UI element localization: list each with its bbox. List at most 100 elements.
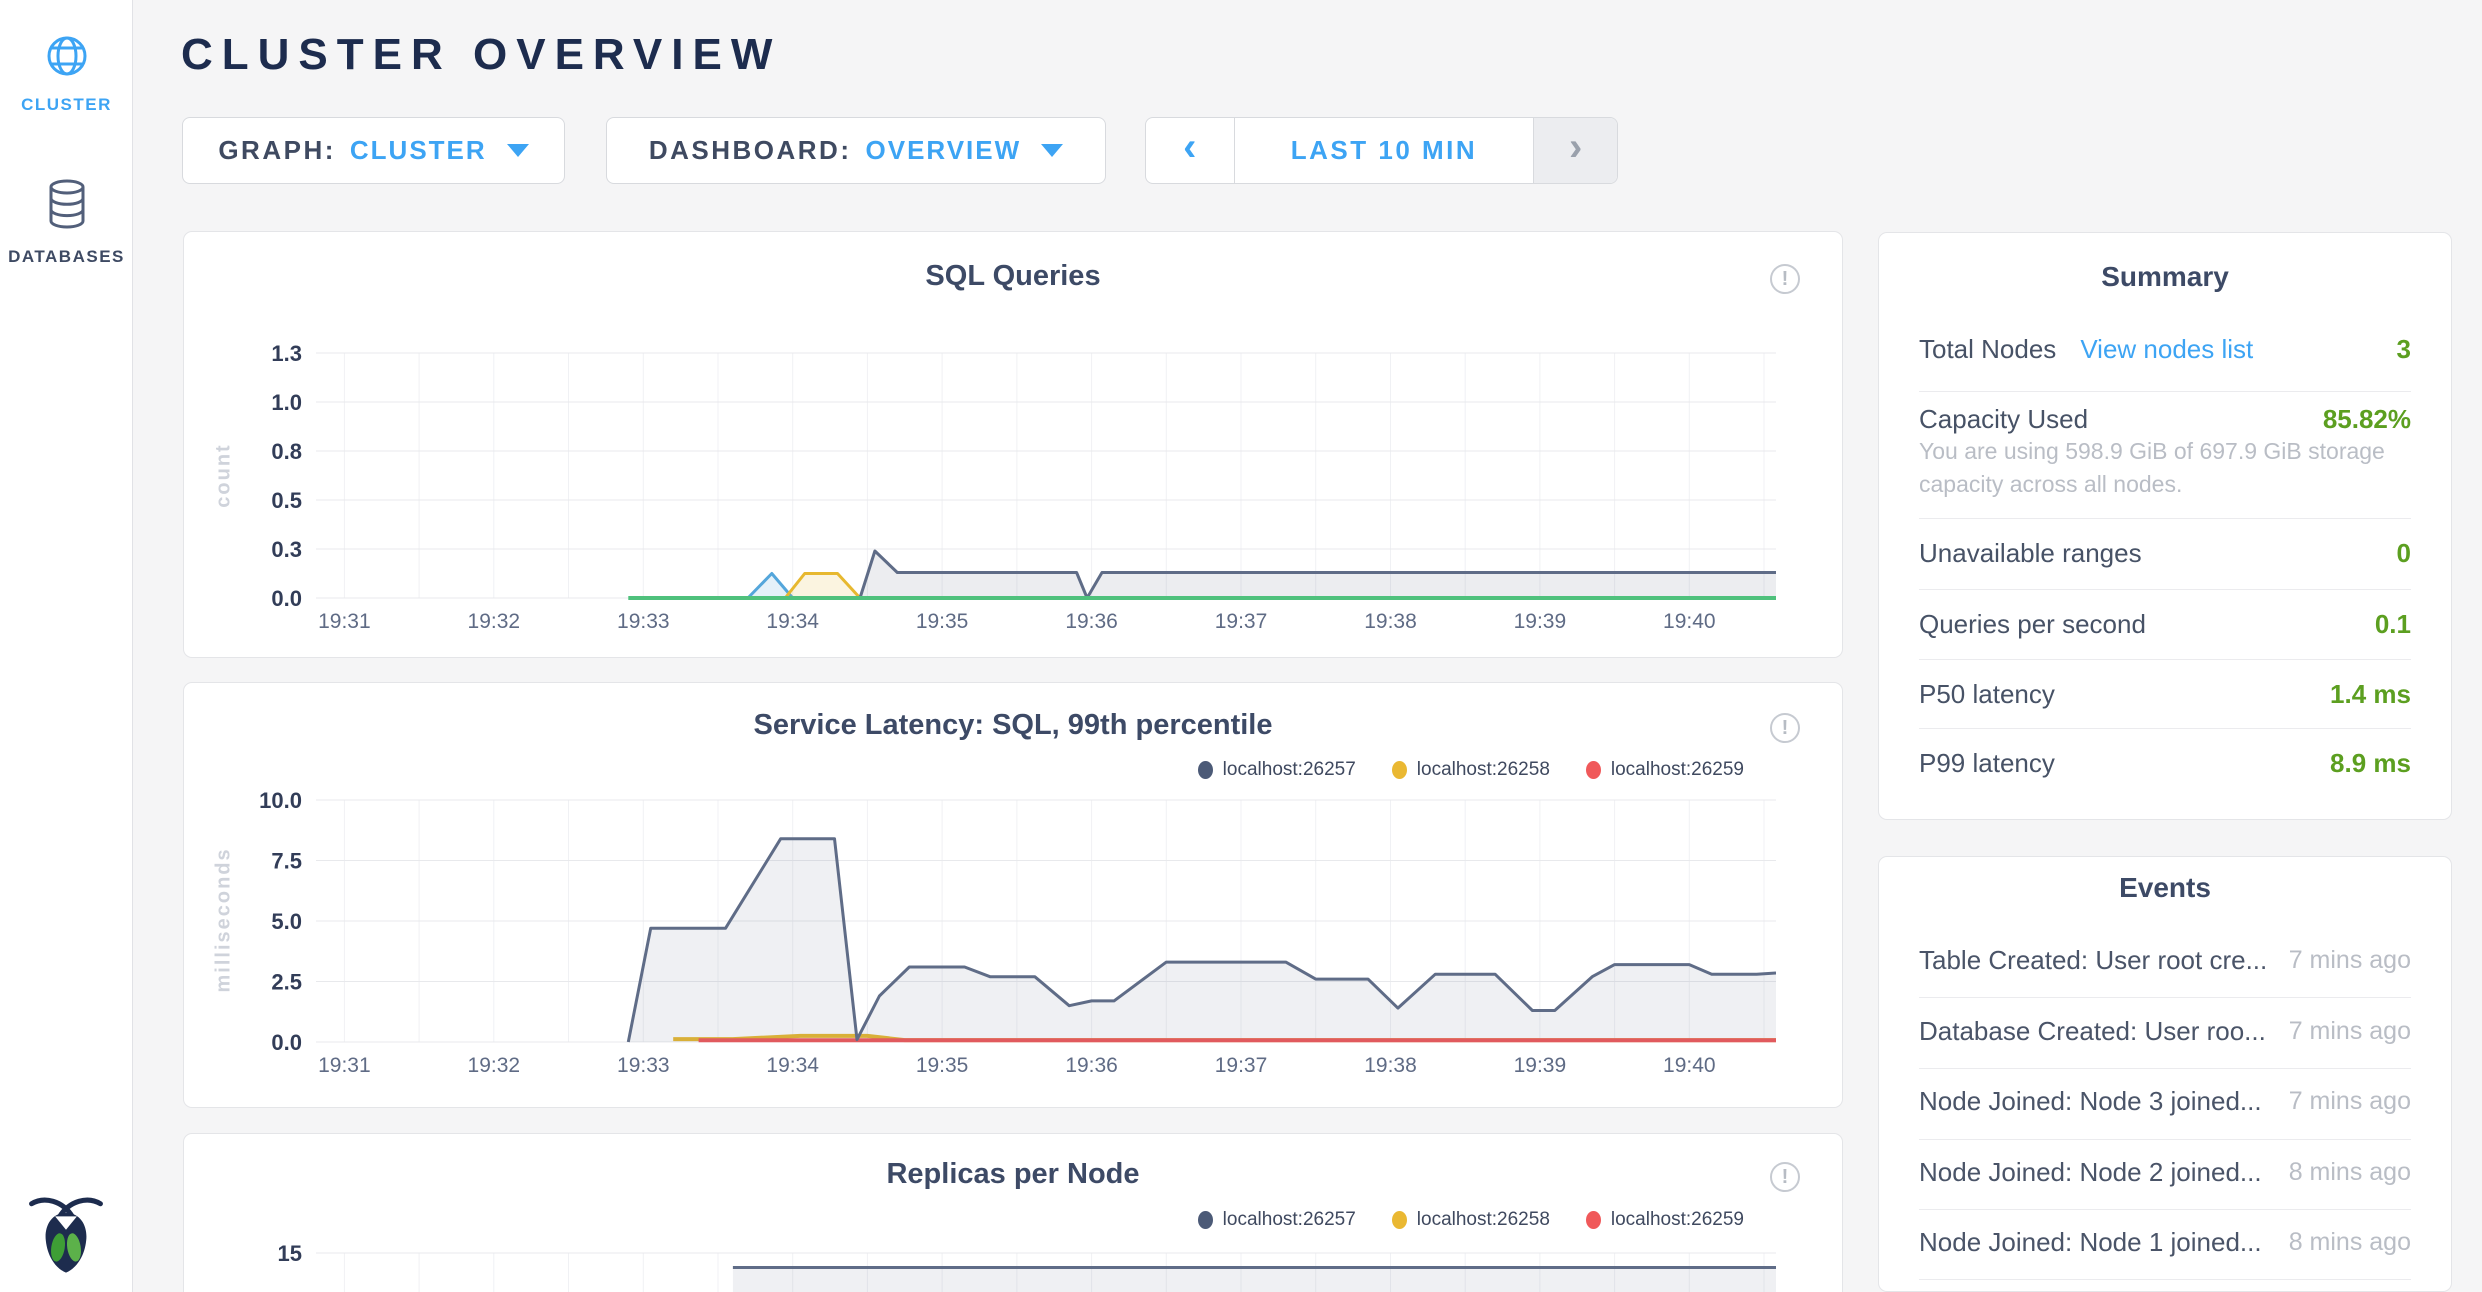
- event-label: Node Joined: Node 2 joined...: [1919, 1157, 2262, 1187]
- summary-row-value: 8.9 ms: [2330, 743, 2411, 783]
- graph-dropdown-value: CLUSTER: [350, 135, 487, 166]
- panel-title: Events: [1879, 872, 2451, 904]
- legend-item: localhost:26257: [1198, 759, 1356, 781]
- chart-svg: 0.02.55.07.510.019:3119:3219:3319:3419:3…: [246, 788, 1776, 1080]
- event-label: Node Joined: Node 1 joined...: [1919, 1227, 2262, 1257]
- svg-text:19:31: 19:31: [318, 610, 371, 633]
- summary-row-label: Capacity Used: [1919, 404, 2088, 434]
- svg-text:0.3: 0.3: [271, 537, 302, 562]
- event-label: Database Created: User roo...: [1919, 1016, 2266, 1046]
- legend-item: localhost:26259: [1586, 759, 1744, 781]
- svg-text:19:32: 19:32: [468, 1054, 521, 1077]
- chart-title: Service Latency: SQL, 99th percentile: [184, 709, 1842, 742]
- svg-text:10.0: 10.0: [259, 788, 302, 813]
- summary-row-value: 85.82%: [2323, 399, 2411, 439]
- sql-queries-chart: 0.00.30.50.81.01.319:3119:3219:3319:3419…: [246, 341, 1776, 641]
- sidebar: CLUSTER DATABASES: [0, 0, 133, 1292]
- summary-row-total-nodes: Total NodesView nodes list 3: [1919, 329, 2411, 369]
- summary-row-value: 1.4 ms: [2330, 674, 2411, 714]
- dashboard-dropdown[interactable]: DASHBOARD: OVERVIEW: [606, 117, 1106, 184]
- divider: [1919, 518, 2411, 519]
- events-panel: Events Table Created: User root cre... 7…: [1878, 856, 2452, 1292]
- summary-row-capacity: Capacity Used 85.82%: [1919, 399, 2411, 439]
- legend-label: localhost:26259: [1611, 1209, 1744, 1231]
- dashboard-dropdown-value: OVERVIEW: [866, 135, 1022, 166]
- svg-text:19:40: 19:40: [1663, 610, 1716, 633]
- legend-label: localhost:26259: [1611, 759, 1744, 781]
- time-range-next-button[interactable]: ›: [1533, 118, 1617, 183]
- divider: [1919, 1068, 2411, 1069]
- replicas-per-node-chart: 15: [246, 1241, 1776, 1292]
- summary-row-label: Unavailable ranges: [1919, 538, 2142, 568]
- legend-dot: [1586, 761, 1601, 779]
- time-range-label: LAST 10 MIN: [1291, 135, 1477, 166]
- info-icon[interactable]: !: [1770, 264, 1800, 294]
- legend-item: localhost:26258: [1392, 1209, 1550, 1231]
- page-title: CLUSTER OVERVIEW: [181, 30, 781, 80]
- time-range-current-button[interactable]: LAST 10 MIN: [1234, 118, 1534, 183]
- sidebar-item-cluster[interactable]: CLUSTER: [0, 34, 133, 115]
- event-row: Table Created: User root cre... 7 mins a…: [1919, 940, 2411, 980]
- summary-row-label: Queries per second: [1919, 609, 2146, 639]
- svg-text:19:33: 19:33: [617, 1054, 670, 1077]
- event-label: Node Joined: Node 3 joined...: [1919, 1086, 2262, 1116]
- svg-text:19:38: 19:38: [1364, 1054, 1417, 1077]
- sql-queries-card: SQL Queries ! count 0.00.30.50.81.01.319…: [183, 231, 1843, 658]
- cockroachdb-logo[interactable]: [24, 1192, 108, 1276]
- chart-title: SQL Queries: [184, 260, 1842, 293]
- chevron-left-icon: ‹: [1183, 125, 1196, 170]
- legend-item: localhost:26259: [1586, 1209, 1744, 1231]
- info-icon[interactable]: !: [1770, 1162, 1800, 1192]
- database-icon: [44, 217, 90, 234]
- event-time: 7 mins ago: [2289, 1011, 2411, 1051]
- svg-text:19:37: 19:37: [1215, 1054, 1268, 1077]
- chart-legend: localhost:26257 localhost:26258 localhos…: [1198, 759, 1744, 781]
- legend-item: localhost:26258: [1392, 759, 1550, 781]
- chevron-down-icon: [507, 144, 529, 157]
- chevron-down-icon: [1041, 144, 1063, 157]
- view-nodes-list-link[interactable]: View nodes list: [2080, 334, 2253, 364]
- legend-label: localhost:26258: [1417, 1209, 1550, 1231]
- service-latency-card: Service Latency: SQL, 99th percentile ! …: [183, 682, 1843, 1108]
- event-row: Database Created: User roo... 7 mins ago: [1919, 1011, 2411, 1051]
- svg-text:19:34: 19:34: [766, 1054, 819, 1077]
- graph-dropdown-label: GRAPH:: [218, 135, 336, 166]
- svg-text:19:32: 19:32: [468, 610, 521, 633]
- summary-panel: Summary Total NodesView nodes list 3 Cap…: [1878, 232, 2452, 820]
- svg-text:0.5: 0.5: [271, 488, 302, 513]
- graph-dropdown[interactable]: GRAPH: CLUSTER: [182, 117, 565, 184]
- cluster-overview-page: CLUSTER DATABASES: [0, 0, 2482, 1292]
- y-axis-unit-label: milliseconds: [213, 853, 236, 993]
- event-row: Node Joined: Node 2 joined... 8 mins ago: [1919, 1152, 2411, 1192]
- svg-text:19:34: 19:34: [766, 610, 819, 633]
- service-latency-chart: 0.02.55.07.510.019:3119:3219:3319:3419:3…: [246, 788, 1776, 1085]
- panel-title: Summary: [1879, 261, 2451, 293]
- svg-text:1.0: 1.0: [271, 390, 302, 415]
- divider: [1919, 1209, 2411, 1210]
- divider: [1919, 1139, 2411, 1140]
- svg-text:19:36: 19:36: [1065, 610, 1118, 633]
- event-row: Node Joined: Node 1 joined... 8 mins ago: [1919, 1222, 2411, 1262]
- chart-svg: 15: [246, 1241, 1776, 1292]
- svg-text:0.0: 0.0: [271, 1030, 302, 1055]
- legend-label: localhost:26257: [1223, 1209, 1356, 1231]
- legend-dot: [1392, 761, 1407, 779]
- info-icon[interactable]: !: [1770, 713, 1800, 743]
- svg-text:19:38: 19:38: [1364, 610, 1417, 633]
- svg-text:7.5: 7.5: [271, 849, 302, 874]
- sidebar-item-databases[interactable]: DATABASES: [0, 178, 133, 267]
- svg-text:19:35: 19:35: [916, 1054, 969, 1077]
- summary-row-label: P99 latency: [1919, 748, 2055, 778]
- svg-text:19:33: 19:33: [617, 610, 670, 633]
- divider: [1919, 1279, 2411, 1280]
- divider: [1919, 997, 2411, 998]
- svg-text:19:31: 19:31: [318, 1054, 371, 1077]
- time-range-prev-button[interactable]: ‹: [1146, 118, 1234, 183]
- replicas-per-node-card: Replicas per Node ! localhost:26257 loca…: [183, 1133, 1843, 1292]
- y-axis-unit-label: count: [213, 416, 236, 536]
- summary-row-value: 0: [2397, 533, 2411, 573]
- legend-label: localhost:26257: [1223, 759, 1356, 781]
- divider: [1919, 391, 2411, 392]
- svg-text:5.0: 5.0: [271, 909, 302, 934]
- summary-row-value: 0.1: [2375, 604, 2411, 644]
